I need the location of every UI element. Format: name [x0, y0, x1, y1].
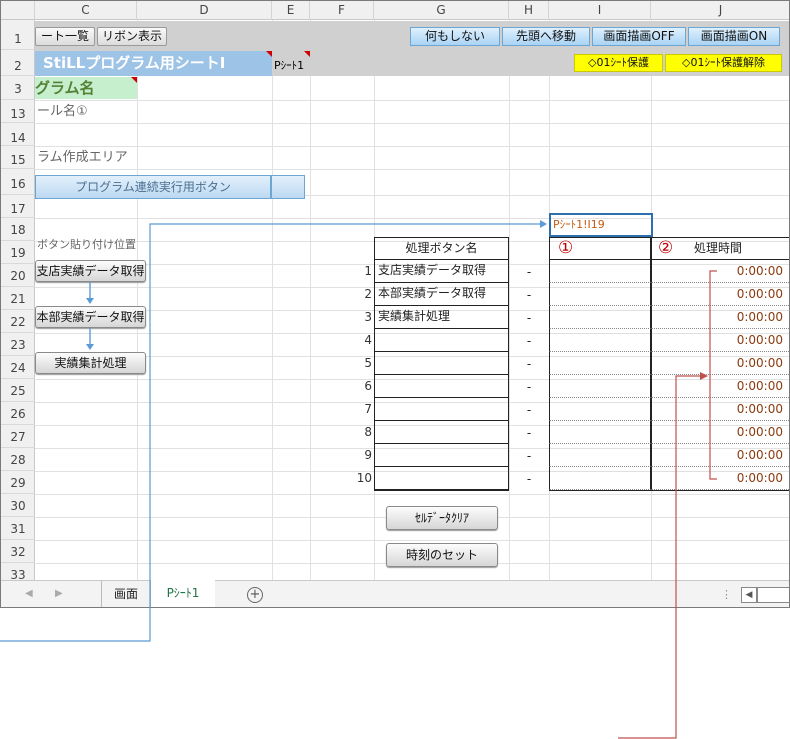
blue-connector-line [0, 223, 540, 642]
blue-arrow-icon [540, 220, 547, 228]
red-arrow-icon [700, 372, 708, 380]
flow-arrow-icon [86, 298, 94, 304]
time-bracket [709, 270, 717, 480]
flow-arrow-icon [86, 344, 94, 350]
red-connector-line [618, 375, 700, 739]
connector-lines [0, 220, 717, 739]
